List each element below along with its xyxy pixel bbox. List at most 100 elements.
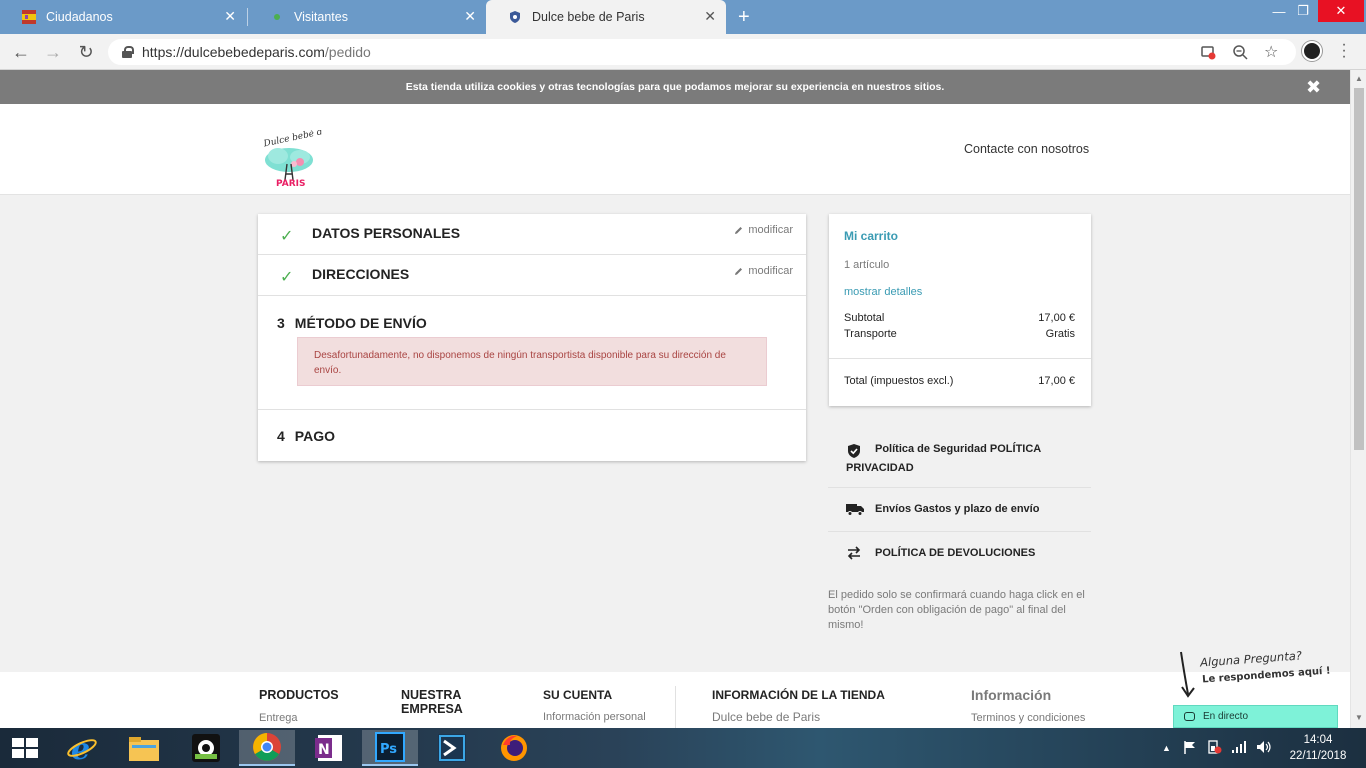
onenote-icon[interactable]: N — [301, 730, 357, 766]
step-number: 3 — [277, 315, 285, 331]
close-icon[interactable]: ✖ — [1306, 78, 1321, 96]
footer-store-name: Dulce bebe de Paris — [712, 710, 821, 724]
zoom-icon[interactable] — [1232, 44, 1248, 63]
network-icon[interactable] — [1231, 740, 1247, 757]
modify-personal-data-link[interactable]: modificar — [734, 224, 793, 236]
step-header: 3 MÉTODO DE ENVÍO — [277, 315, 427, 331]
tab-dulce-bebe[interactable]: Dulce bebe de Paris ✕ — [486, 0, 726, 34]
powershell-icon[interactable] — [424, 730, 480, 766]
step-payment: 4 PAGO — [258, 410, 806, 461]
footer-link-terms[interactable]: Terminos y condiciones — [971, 712, 1085, 724]
profile-avatar[interactable] — [1302, 41, 1322, 61]
close-tab-icon[interactable]: ✕ — [464, 9, 476, 23]
photoshop-icon[interactable]: Ps — [362, 730, 418, 766]
reassurance-text: Envíos Gastos y plazo de envío — [875, 503, 1040, 515]
tray-expand-icon[interactable]: ▲ — [1162, 743, 1171, 753]
modify-label: modificar — [748, 224, 793, 236]
shipping-label: Transporte — [844, 328, 897, 340]
store-logo[interactable]: Dulce bebé de PARIS — [256, 125, 329, 189]
check-icon: ✓ — [280, 269, 294, 286]
modify-addresses-link[interactable]: modificar — [734, 265, 793, 277]
reload-icon[interactable]: ↻ — [75, 41, 97, 63]
footer-store-info-title: INFORMACIÓN DE LA TIENDA — [712, 688, 885, 702]
tab-ciudadanos[interactable]: Ciudadanos ✕ — [0, 0, 246, 34]
scroll-down-icon[interactable]: ▼ — [1355, 713, 1363, 722]
footer-link-personal-info[interactable]: Información personal — [543, 711, 646, 723]
tab-visitantes[interactable]: Visitantes ✕ — [248, 0, 486, 34]
url-domain: https://dulcebebedeparis.com — [142, 44, 325, 60]
step-personal-data[interactable]: ✓ DATOS PERSONALES modificar — [258, 214, 806, 255]
internet-explorer-icon[interactable]: e — [54, 730, 110, 766]
truck-icon — [846, 502, 864, 516]
tab-label: Dulce bebe de Paris — [532, 10, 645, 24]
close-tab-icon[interactable]: ✕ — [704, 9, 716, 23]
no-carrier-alert: Desafortunadamente, no disponemos de nin… — [297, 337, 767, 386]
page-scrollbar[interactable]: ▲ ▼ — [1350, 70, 1366, 728]
media-app-icon[interactable] — [178, 730, 234, 766]
browser-menu-icon[interactable]: · · · — [1340, 37, 1348, 65]
step-shipping-method: 3 MÉTODO DE ENVÍO Desafortunadamente, no… — [258, 296, 806, 410]
swap-arrows-icon — [846, 546, 864, 560]
battery-warning-icon[interactable] — [1206, 740, 1222, 757]
scroll-up-icon[interactable]: ▲ — [1355, 74, 1363, 83]
close-window-icon[interactable]: ✕ — [1318, 0, 1364, 22]
file-explorer-icon[interactable] — [116, 730, 172, 766]
pencil-icon — [734, 267, 743, 276]
live-chat-button[interactable]: En directo — [1173, 705, 1338, 728]
total-label: Total (impuestos excl.) — [844, 375, 954, 387]
page-viewport: Esta tienda utiliza cookies y otras tecn… — [0, 70, 1350, 728]
logo-text-bottom: PARIS — [276, 179, 306, 188]
reassurance-shipping[interactable]: Envíos Gastos y plazo de envío — [828, 488, 1091, 532]
cart-divider — [829, 358, 1091, 359]
windows-taskbar: e N Ps ▲ 14:04 22/11/2018 — [0, 728, 1366, 768]
scroll-thumb[interactable] — [1354, 88, 1364, 450]
browser-toolbar: ← → ↻ https://dulcebebedeparis.com/pedid… — [0, 34, 1366, 70]
logo-text-top: Dulce bebé de — [262, 130, 322, 150]
step-title: DATOS PERSONALES — [312, 225, 461, 241]
modify-label: modificar — [748, 265, 793, 277]
subtotal-label: Subtotal — [844, 312, 885, 324]
new-tab-icon[interactable]: + — [738, 6, 750, 28]
cart-item-count: 1 artículo — [844, 259, 890, 271]
back-arrow-icon[interactable]: ← — [10, 41, 32, 63]
flag-icon[interactable] — [1183, 740, 1197, 757]
live-chat-label: En directo — [1203, 711, 1249, 722]
reassurance-text: POLÍTICA DE DEVOLUCIONES — [875, 547, 1036, 559]
step-addresses[interactable]: ✓ DIRECCIONES modificar — [258, 255, 806, 296]
site-footer: PRODUCTOS Entrega NUESTRA EMPRESA SU CUE… — [0, 662, 1350, 728]
step-number: 4 — [277, 428, 285, 444]
footer-information-title: Información — [971, 687, 1052, 703]
footer-company-title: NUESTRA EMPRESA — [401, 688, 463, 716]
svg-text:N: N — [318, 742, 330, 758]
step-title: MÉTODO DE ENVÍO — [294, 315, 427, 331]
contact-link[interactable]: Contacte con nosotros — [964, 142, 1089, 156]
forward-arrow-icon[interactable]: → — [42, 41, 64, 63]
tab-label: Ciudadanos — [46, 10, 113, 24]
bookmark-star-icon[interactable]: ☆ — [1264, 42, 1278, 62]
taskbar-clock[interactable]: 14:04 22/11/2018 — [1280, 732, 1356, 764]
windows-start-icon[interactable] — [12, 738, 38, 758]
order-confirmation-note: El pedido solo se confirmará cuando haga… — [828, 589, 1085, 631]
reassurance-returns[interactable]: POLÍTICA DE DEVOLUCIONES — [828, 532, 1091, 576]
address-bar[interactable]: https://dulcebebedeparis.com/pedido ☆ — [108, 39, 1296, 65]
close-tab-icon[interactable]: ✕ — [224, 9, 236, 23]
total-row: Total (impuestos excl.) 17,00 € — [844, 375, 1075, 387]
blocked-popup-icon[interactable] — [1200, 44, 1216, 63]
show-details-link[interactable]: mostrar detalles — [844, 286, 922, 298]
footer-link-entrega[interactable]: Entrega — [259, 712, 298, 724]
tab-label: Visitantes — [294, 10, 348, 24]
step-header: 4 PAGO — [277, 428, 335, 444]
green-dot-icon — [270, 10, 284, 24]
reassurance-privacy[interactable]: Política de Seguridad POLÍTICA PRIVACIDA… — [828, 430, 1091, 488]
clock-date: 22/11/2018 — [1289, 750, 1347, 762]
check-icon: ✓ — [280, 228, 294, 245]
reassurance-text: Política de Seguridad POLÍTICA PRIVACIDA… — [846, 443, 1041, 474]
lock-icon — [122, 46, 134, 58]
shipping-row: Transporte Gratis — [844, 328, 1075, 340]
volume-icon[interactable] — [1256, 740, 1272, 757]
footer-products-title: PRODUCTOS — [259, 688, 339, 702]
chrome-icon[interactable] — [239, 730, 295, 766]
firefox-icon[interactable] — [486, 730, 542, 766]
site-header: Dulce bebé de PARIS Contacte con nosotro… — [0, 104, 1350, 195]
cart-title: Mi carrito — [844, 229, 899, 243]
